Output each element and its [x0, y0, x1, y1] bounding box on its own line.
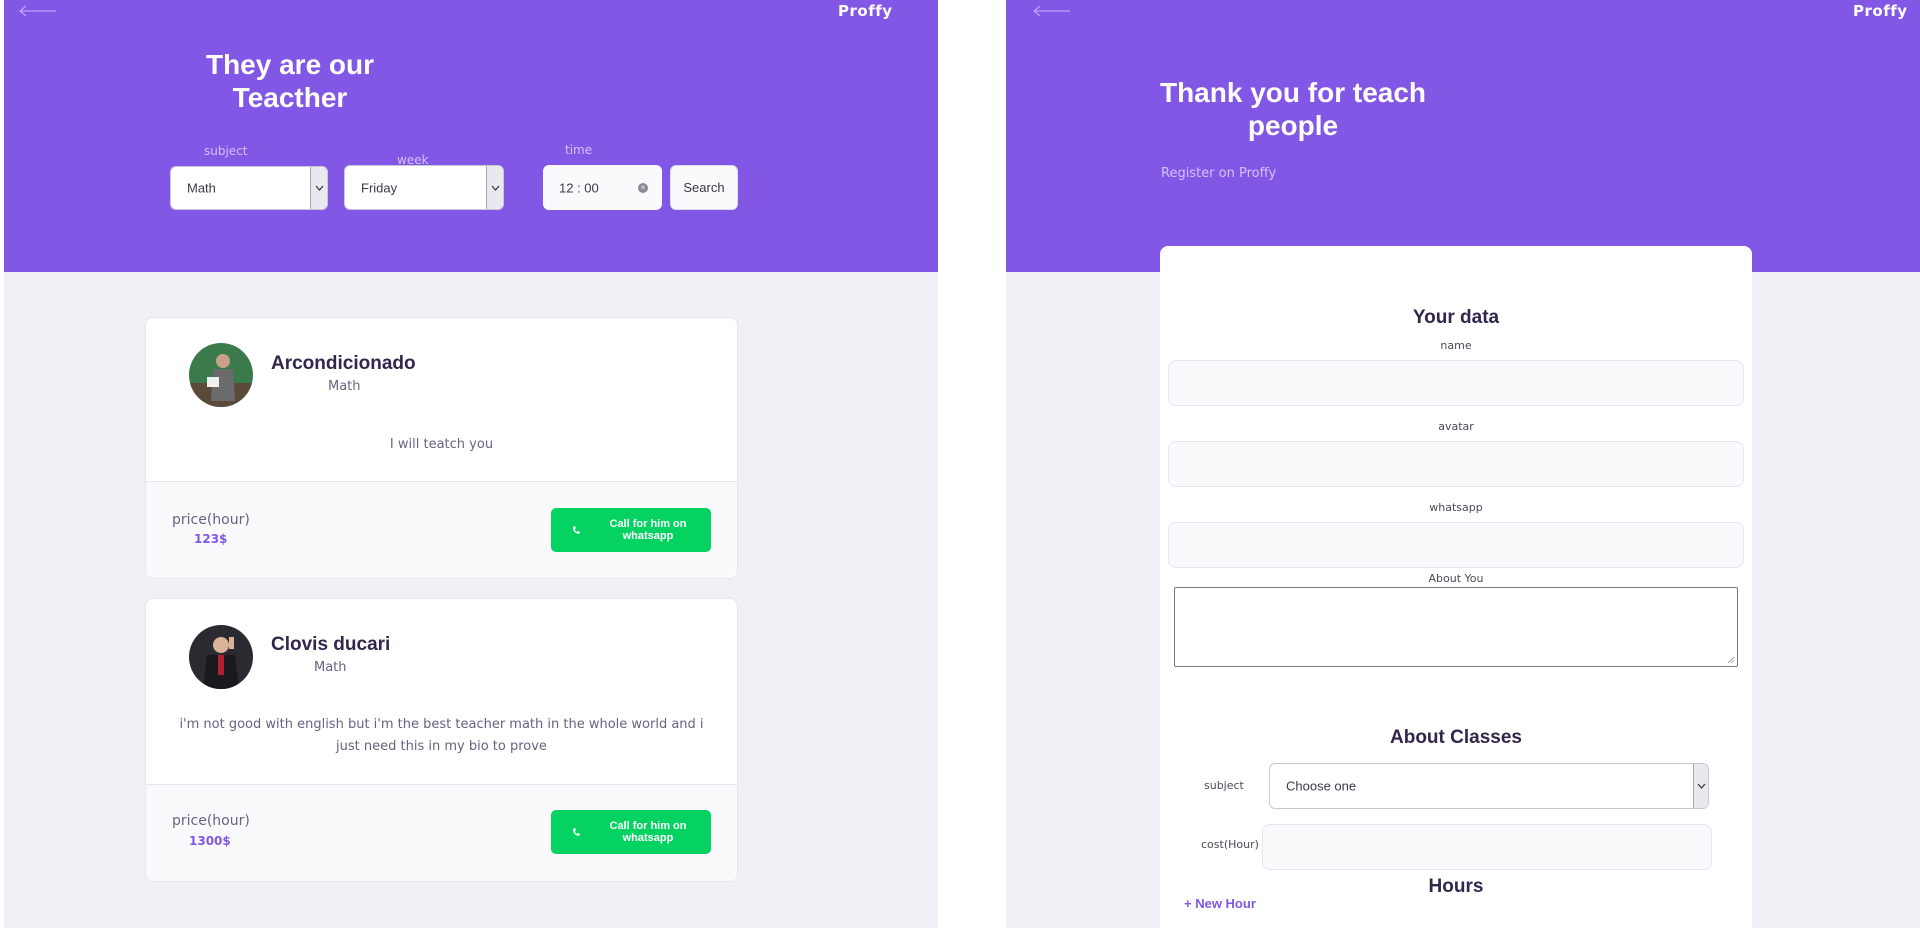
- arrow-left-icon[interactable]: [18, 4, 58, 18]
- brand-logo: Proffy: [1853, 2, 1908, 20]
- price-value: 1300$: [189, 834, 231, 848]
- about-you-textarea[interactable]: [1174, 587, 1738, 667]
- teacher-name: Clovis ducari: [271, 634, 391, 655]
- page-title: Thank you for teach people: [1148, 76, 1438, 142]
- whatsapp-call-label: Call for him on whatsapp: [609, 820, 687, 844]
- class-subject-placeholder: Choose one: [1286, 778, 1357, 794]
- chevron-down-icon: [310, 167, 327, 209]
- page-title-line-2: people: [1247, 110, 1339, 141]
- subject-filter-select[interactable]: Math: [170, 166, 328, 210]
- price-label: price(hour): [172, 813, 250, 829]
- name-label: name: [1440, 339, 1472, 352]
- teacher-card-footer: price(hour) 1300$ Call for him on whatsa…: [146, 784, 737, 881]
- class-subject-label: subject: [1204, 779, 1244, 792]
- whatsapp-call-label: Call for him on whatsapp: [609, 518, 687, 542]
- whatsapp-label: whatsapp: [1429, 501, 1483, 514]
- page-header: Proffy They are our Teacther subject Mat…: [4, 0, 938, 272]
- page-title-line-1: Thank you for teach: [1159, 77, 1427, 108]
- whatsapp-call-button[interactable]: Call for him on whatsapp: [551, 810, 711, 854]
- avatar: [189, 343, 253, 407]
- time-filter-value: 12 : 00: [559, 180, 599, 195]
- new-hour-button[interactable]: + New Hour: [1184, 896, 1256, 911]
- page-title-line-2: Teacther: [232, 82, 348, 113]
- name-input[interactable]: [1168, 360, 1744, 406]
- page-header: Proffy Thank you for teach people Regist…: [1006, 0, 1920, 272]
- teacher-list-page: Proffy They are our Teacther subject Mat…: [4, 0, 938, 928]
- clear-icon[interactable]: ×: [638, 182, 648, 193]
- arrow-left-icon[interactable]: [1032, 4, 1072, 18]
- page-title: They are our Teacther: [174, 48, 406, 114]
- price-value: 123$: [194, 532, 228, 546]
- avatar-label: avatar: [1438, 420, 1474, 433]
- chevron-down-icon: [1693, 764, 1708, 808]
- teacher-card: Arcondicionado Math I will teatch you pr…: [145, 317, 738, 579]
- whatsapp-input[interactable]: [1168, 522, 1744, 568]
- cost-label: cost(Hour): [1201, 838, 1259, 851]
- resize-grip-icon[interactable]: [1727, 656, 1735, 664]
- subject-filter-label: subject: [204, 144, 248, 158]
- week-filter-value: Friday: [361, 180, 398, 195]
- avatar-input[interactable]: [1168, 441, 1744, 487]
- teacher-card: Clovis ducari Math i'm not good with eng…: [145, 598, 738, 882]
- teacher-name: Arcondicionado: [271, 353, 416, 374]
- whatsapp-call-button[interactable]: Call for him on whatsapp: [551, 508, 711, 552]
- time-filter-input[interactable]: 12 : 00 ×: [543, 165, 662, 210]
- teacher-subject: Math: [314, 660, 347, 675]
- week-filter-select[interactable]: Friday: [344, 165, 504, 210]
- subject-filter-value: Math: [187, 180, 216, 196]
- time-filter-label: time: [565, 143, 593, 157]
- hours-title: Hours: [1428, 876, 1484, 897]
- teacher-bio: I will teatch you: [389, 437, 494, 452]
- chevron-down-icon: [486, 166, 503, 209]
- page-title-line-1: They are our: [205, 49, 375, 80]
- class-subject-select[interactable]: Choose one: [1269, 763, 1709, 809]
- your-data-title: Your data: [1412, 307, 1500, 328]
- about-classes-title: About Classes: [1390, 727, 1522, 748]
- avatar: [189, 625, 253, 689]
- teacher-register-page: Proffy Thank you for teach people Regist…: [1006, 0, 1920, 928]
- whatsapp-icon: [573, 828, 580, 836]
- page-subtitle: Register on Proffy: [1161, 166, 1277, 181]
- teacher-bio: i'm not good with english but i'm the be…: [179, 717, 704, 754]
- whatsapp-icon: [573, 526, 580, 534]
- search-button[interactable]: Search: [670, 165, 738, 210]
- about-you-label: About You: [1428, 572, 1484, 585]
- brand-logo: Proffy: [838, 2, 893, 20]
- teacher-card-footer: price(hour) 123$ Call for him on whatsap…: [146, 481, 737, 578]
- teacher-subject: Math: [328, 379, 361, 394]
- cost-input[interactable]: [1262, 824, 1712, 870]
- price-label: price(hour): [172, 512, 250, 528]
- register-form: Your data name avatar whatsapp About You…: [1160, 246, 1752, 928]
